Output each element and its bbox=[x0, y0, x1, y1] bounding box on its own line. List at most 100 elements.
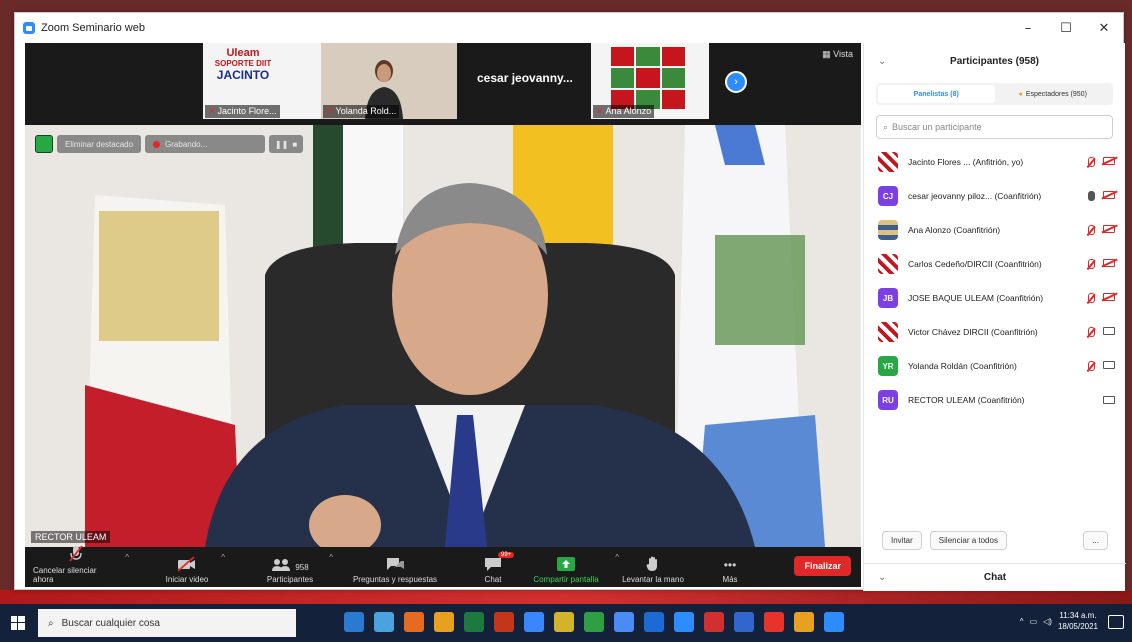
chat-button[interactable]: 99+ Chat bbox=[473, 547, 515, 587]
participant-row[interactable]: Jacinto Flores ... (Anfitrión, yo) bbox=[864, 145, 1125, 179]
participant-name: Carlos Cedeño/DIRCII (Coanfitrión) bbox=[908, 259, 1042, 269]
microphone-icon bbox=[1086, 190, 1095, 202]
participant-status bbox=[1086, 360, 1115, 372]
participant-row[interactable]: JB JOSE BAQUE ULEAM (Coanfitrión) bbox=[864, 281, 1125, 315]
hand-icon bbox=[646, 554, 660, 572]
taskbar-app-icon[interactable] bbox=[614, 612, 634, 632]
participant-row[interactable]: YR Yolanda Roldán (Coanfitrión) bbox=[864, 349, 1125, 383]
thumbnail-ana[interactable]: ✕ Ana Alonzo bbox=[591, 43, 709, 119]
microphone-muted-icon bbox=[1086, 360, 1095, 372]
minimize-button[interactable]: – bbox=[1009, 13, 1047, 43]
thumbnail-jacinto[interactable]: Uleam SOPORTE DIIT JACINTO ✕ Jacinto Flor… bbox=[203, 43, 321, 119]
active-speaker-video: Eliminar destacado Grabando... ❚❚ ■ RECT… bbox=[25, 125, 861, 547]
system-tray: ^ ▭ ◁) 11:34 a.m. 18/05/2021 bbox=[1020, 610, 1098, 632]
mute-button[interactable]: Cancelar silenciar ahora ^ bbox=[33, 545, 129, 587]
participants-button[interactable]: 958 Participantes ^ bbox=[257, 547, 333, 587]
taskbar-app-icon[interactable] bbox=[464, 612, 484, 632]
expand-chevron-icon[interactable]: ⌄ bbox=[878, 572, 886, 583]
taskbar-app-icon[interactable] bbox=[674, 612, 694, 632]
taskbar-app-icon[interactable] bbox=[764, 612, 784, 632]
participant-video bbox=[611, 47, 685, 109]
mute-all-button[interactable]: Silenciar a todos bbox=[929, 531, 1007, 550]
participant-search-input[interactable]: ⌕ Buscar un participante bbox=[876, 115, 1113, 139]
taskbar-app-icon[interactable] bbox=[704, 612, 724, 632]
chat-panel-title: Chat bbox=[983, 572, 1007, 583]
notification-center-icon[interactable] bbox=[1108, 615, 1124, 629]
search-icon: ⌕ bbox=[883, 121, 889, 132]
record-icon bbox=[153, 140, 161, 148]
volume-icon[interactable]: ◁) bbox=[1043, 617, 1052, 626]
participant-row[interactable]: Ana Alonzo (Coanfitrión) bbox=[864, 213, 1125, 247]
stop-recording-button[interactable]: ■ bbox=[292, 140, 297, 149]
shield-icon[interactable] bbox=[35, 135, 53, 153]
tray-expand-icon[interactable]: ^ bbox=[1020, 617, 1024, 626]
taskbar-app-icon[interactable] bbox=[644, 612, 664, 632]
thumbnail-cesar[interactable]: cesar jeovanny... bbox=[457, 43, 591, 119]
thumbnail-yolanda[interactable]: ✕ Yolanda Rold... bbox=[321, 43, 457, 119]
recording-bar: Eliminar destacado Grabando... ❚❚ ■ bbox=[35, 135, 304, 153]
taskbar-app-icon[interactable] bbox=[404, 612, 424, 632]
end-meeting-button[interactable]: Finalizar bbox=[794, 556, 851, 576]
thumbnail-name: ✕ Jacinto Flore... bbox=[205, 105, 280, 118]
participant-status bbox=[1103, 396, 1115, 404]
participant-row[interactable]: RU RECTOR ULEAM (Coanfitrión) bbox=[864, 383, 1125, 417]
view-button[interactable]: ▦ Vista bbox=[822, 49, 853, 60]
camera-off-icon bbox=[1103, 190, 1115, 199]
chat-panel-header[interactable]: ⌄ Chat bbox=[864, 563, 1126, 591]
windows-start-button[interactable] bbox=[0, 604, 36, 642]
taskbar-clock[interactable]: 11:34 a.m. 18/05/2021 bbox=[1058, 610, 1098, 632]
participant-status bbox=[1086, 224, 1115, 236]
meeting-stage: Uleam SOPORTE DIIT JACINTO ✕ Jacinto Flor… bbox=[25, 43, 861, 587]
close-button[interactable]: ✕ bbox=[1085, 13, 1123, 43]
more-icon: ••• bbox=[723, 558, 737, 572]
taskbar-app-icon[interactable] bbox=[794, 612, 814, 632]
window-title: Zoom Seminario web bbox=[41, 22, 145, 34]
chat-icon: 99+ bbox=[484, 552, 515, 572]
title-bar: Zoom Seminario web – ☐ ✕ bbox=[15, 13, 1123, 43]
taskbar-app-icon[interactable] bbox=[824, 612, 844, 632]
taskbar-app-icon[interactable] bbox=[734, 612, 754, 632]
qa-button[interactable]: Preguntas y respuestas bbox=[345, 547, 445, 587]
share-screen-button[interactable]: Compartir pantalla ^ bbox=[523, 547, 619, 587]
taskbar-app-icon[interactable] bbox=[524, 612, 544, 632]
speaker-video-frame bbox=[25, 125, 861, 547]
participant-avatar: JB bbox=[878, 288, 898, 308]
windows-taskbar: ⌕ Buscar cualquier cosa ^ ▭ ◁) 11:34 a.m… bbox=[0, 604, 1132, 642]
zoom-window: Zoom Seminario web – ☐ ✕ Uleam SOPORTE D… bbox=[14, 12, 1126, 591]
tab-attendees[interactable]: ● Espectadores (950) bbox=[995, 85, 1112, 103]
recording-indicator: Grabando... bbox=[145, 135, 266, 153]
taskbar-search-input[interactable]: ⌕ Buscar cualquier cosa bbox=[38, 609, 296, 637]
maximize-button[interactable]: ☐ bbox=[1047, 13, 1085, 43]
uleam-logo: Uleam SOPORTE DIIT JACINTO bbox=[214, 47, 272, 82]
camera-off-icon bbox=[1103, 258, 1115, 267]
participants-tabs: Panelistas (8) ● Espectadores (950) bbox=[876, 83, 1113, 105]
camera-icon bbox=[1103, 360, 1115, 369]
taskbar-app-icon[interactable] bbox=[434, 612, 454, 632]
start-video-button[interactable]: Iniciar video ^ bbox=[159, 547, 225, 587]
next-page-icon[interactable]: › bbox=[725, 71, 747, 93]
participant-row[interactable]: CJ cesar jeovanny piloz... (Coanfitrión) bbox=[864, 179, 1125, 213]
participant-name: cesar jeovanny piloz... (Coanfitrión) bbox=[908, 191, 1042, 201]
network-icon[interactable]: ▭ bbox=[1030, 617, 1038, 626]
invite-button[interactable]: Invitar bbox=[882, 531, 922, 550]
participant-name: Yolanda Roldán (Coanfitrión) bbox=[908, 361, 1017, 371]
taskbar-app-icon[interactable] bbox=[554, 612, 574, 632]
panel-more-button[interactable]: ... bbox=[1083, 531, 1108, 550]
taskbar-app-icon[interactable] bbox=[374, 612, 394, 632]
tab-panelists[interactable]: Panelistas (8) bbox=[878, 85, 995, 103]
raise-hand-button[interactable]: Levantar la mano bbox=[621, 547, 685, 587]
participant-row[interactable]: Carlos Cedeño/DIRCII (Coanfitrión) bbox=[864, 247, 1125, 281]
more-button[interactable]: ••• Más bbox=[715, 547, 745, 587]
participant-name: RECTOR ULEAM (Coanfitrión) bbox=[908, 395, 1025, 405]
collapse-chevron-icon[interactable]: ⌄ bbox=[878, 56, 886, 67]
taskbar-app-icon[interactable] bbox=[344, 612, 364, 632]
taskbar-app-icon[interactable] bbox=[584, 612, 604, 632]
participant-avatar bbox=[878, 152, 898, 172]
pause-recording-button[interactable]: ❚❚ bbox=[275, 140, 288, 149]
microphone-muted-icon bbox=[1086, 292, 1095, 304]
attendees-icon: ● bbox=[1018, 90, 1023, 98]
remove-spotlight-button[interactable]: Eliminar destacado bbox=[57, 135, 142, 153]
participant-row[interactable]: Victor Chávez DIRCII (Coanfitrión) bbox=[864, 315, 1125, 349]
taskbar-app-icon[interactable] bbox=[494, 612, 514, 632]
participant-name: Ana Alonzo (Coanfitrión) bbox=[908, 225, 1001, 235]
